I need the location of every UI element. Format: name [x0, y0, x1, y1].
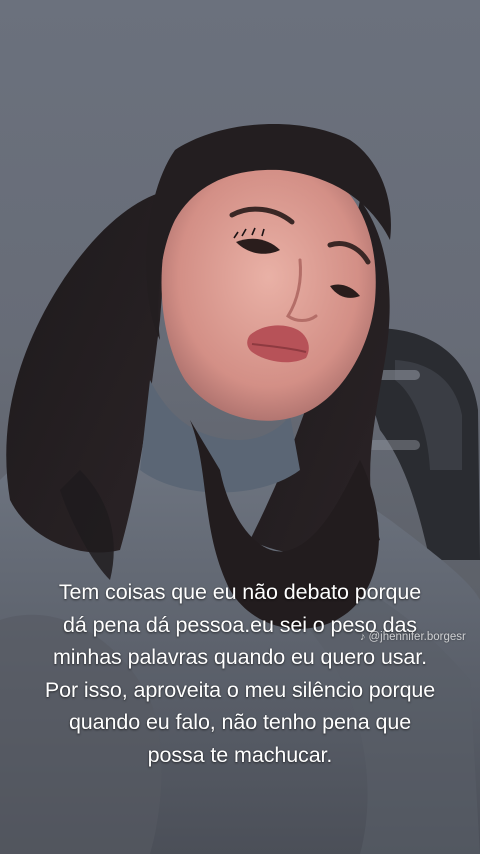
caption-line-1: Tem coisas que eu não debato porque	[58, 580, 422, 604]
tiktok-icon: ♪	[360, 631, 366, 643]
story-caption: Tem coisas que eu não debato porque dá p…	[10, 576, 470, 771]
caption-line-3: minhas palavras quando eu quero usar.	[53, 645, 427, 669]
watermark-handle: @jhennifer.borgesr	[368, 631, 466, 643]
caption-line-5: quando eu falo, não tenho pena que	[68, 710, 412, 734]
caption-line-6: possa te machucar.	[147, 742, 333, 767]
tiktok-watermark: ♪ @jhennifer.borgesr	[360, 631, 466, 643]
caption-line-4: Por isso, aproveita o meu silêncio porqu…	[44, 677, 436, 702]
story-frame: Tem coisas que eu não debato porque dá p…	[0, 0, 480, 854]
